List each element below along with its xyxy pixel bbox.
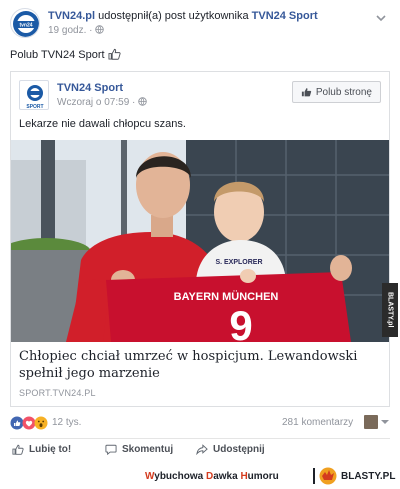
footer-word-2: awka bbox=[213, 471, 241, 482]
thumbs-up-icon bbox=[12, 444, 24, 455]
shared-post-time[interactable]: Wczoraj o 07:59 · bbox=[57, 97, 135, 108]
comments-count[interactable]: 281 komentarzy bbox=[282, 417, 353, 428]
svg-text:SPORT: SPORT bbox=[26, 104, 43, 110]
reactions-count[interactable]: 12 tys. bbox=[52, 417, 81, 428]
comment-label: Skomentuj bbox=[122, 444, 174, 455]
globe-icon bbox=[95, 25, 104, 34]
comment-button[interactable]: Skomentuj bbox=[105, 444, 173, 455]
footer-word-3: umoru bbox=[247, 471, 279, 482]
shared-page-avatar[interactable]: SPORT bbox=[19, 80, 49, 110]
like-label: Lubię to! bbox=[29, 444, 72, 455]
comment-icon bbox=[105, 444, 117, 455]
shared-post-card: SPORT TVN24 Sport Wczoraj o 07:59 · Polu… bbox=[10, 71, 390, 407]
tvn24-logo-icon: tvn24 bbox=[13, 11, 39, 37]
footer-separator bbox=[313, 468, 315, 484]
link-source: SPORT.TVN24.PL bbox=[19, 388, 96, 398]
shared-post-header: SPORT TVN24 Sport Wczoraj o 07:59 · Polu… bbox=[19, 80, 381, 116]
chevron-down-icon[interactable] bbox=[374, 11, 388, 25]
footer-watermark: Wybuchowa Dawka Humoru BLASTY.PL bbox=[0, 464, 400, 489]
globe-icon bbox=[138, 97, 147, 106]
like-prompt-prefix: Polub bbox=[10, 49, 39, 61]
footer-word-1: ybuchowa bbox=[154, 471, 206, 482]
share-label: Udostępnij bbox=[213, 444, 265, 455]
like-prompt[interactable]: Polub TVN24 Sport bbox=[10, 48, 121, 61]
svg-text:9: 9 bbox=[229, 302, 252, 342]
shared-text: udostępnił(a) bbox=[98, 10, 162, 22]
like-page-button[interactable]: Polub stronę bbox=[291, 81, 381, 103]
like-prompt-page[interactable]: TVN24 Sport bbox=[41, 49, 105, 61]
svg-text:tvn24: tvn24 bbox=[19, 23, 32, 29]
user-text: użytkownika bbox=[188, 10, 249, 22]
footer-tagline: Wybuchowa Dawka Humoru bbox=[145, 471, 279, 482]
footer-letter-w: W bbox=[145, 471, 155, 482]
svg-text:BAYERN MÜNCHEN: BAYERN MÜNCHEN bbox=[174, 290, 279, 303]
shared-time-row: Wczoraj o 07:59 · bbox=[57, 97, 147, 108]
share-icon bbox=[196, 444, 208, 455]
shared-page-name[interactable]: TVN24 Sport bbox=[57, 82, 123, 94]
source-page-link[interactable]: TVN24 Sport bbox=[252, 10, 318, 22]
tvn24-sport-logo-icon: SPORT bbox=[26, 85, 44, 110]
facebook-post: tvn24 TVN24.pl udostępnił(a) post użytko… bbox=[0, 0, 400, 489]
post-photo[interactable]: S. EXPLORER BAYERN MÜNCHEN 9 bbox=[11, 140, 389, 342]
link-title[interactable]: Chłopiec chciał umrzeć w hospicjum. Lewa… bbox=[19, 348, 381, 382]
footer-brand: BLASTY.PL bbox=[341, 471, 396, 482]
svg-text:S. EXPLORER: S. EXPLORER bbox=[215, 259, 262, 266]
thumbs-up-icon bbox=[301, 88, 312, 97]
reactions-row: 12 tys. 281 komentarzy bbox=[10, 414, 390, 434]
side-watermark: BLASTY.pl bbox=[382, 283, 398, 337]
like-button[interactable]: Lubię to! bbox=[12, 444, 71, 455]
header-line: TVN24.pl udostępnił(a) post użytkownika … bbox=[48, 10, 318, 22]
post-header: tvn24 TVN24.pl udostępnił(a) post użytko… bbox=[10, 8, 390, 42]
post-time-row: 19 godz. · bbox=[48, 25, 104, 36]
viewer-avatar[interactable] bbox=[364, 415, 378, 429]
blasty-logo-icon bbox=[319, 467, 337, 485]
share-button[interactable]: Udostępnij bbox=[196, 444, 265, 455]
page-name-link[interactable]: TVN24.pl bbox=[48, 10, 95, 22]
reactions-icon[interactable] bbox=[10, 416, 50, 430]
divider bbox=[10, 438, 390, 439]
post-actions: Lubię to! Skomentuj Udostępnij bbox=[10, 442, 390, 462]
post-time[interactable]: 19 godz. · bbox=[48, 25, 92, 36]
footer-letter-h: H bbox=[240, 471, 248, 482]
post-link[interactable]: post bbox=[165, 10, 186, 22]
photo-illustration: S. EXPLORER BAYERN MÜNCHEN 9 bbox=[11, 140, 389, 342]
like-page-label: Polub stronę bbox=[315, 86, 372, 98]
shared-post-text: Lekarze nie dawali chłopcu szans. bbox=[19, 118, 186, 130]
thumbs-up-icon bbox=[108, 48, 121, 60]
caret-down-icon[interactable] bbox=[381, 420, 389, 424]
page-avatar[interactable]: tvn24 bbox=[10, 8, 40, 38]
